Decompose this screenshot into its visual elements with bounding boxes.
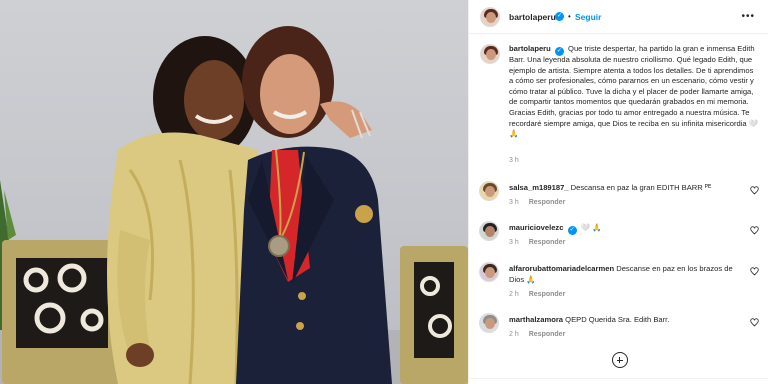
comment-time: 2 h xyxy=(509,291,519,298)
comment-avatar[interactable] xyxy=(479,262,499,282)
comment-avatar[interactable] xyxy=(479,221,499,241)
post-photo xyxy=(0,0,468,384)
comment-text: Descansa en paz la gran EDITH BARR ᴾᴱ xyxy=(570,183,712,192)
comment-avatar[interactable] xyxy=(479,313,499,333)
caption-timestamp: 3 h xyxy=(509,157,519,164)
comment-username[interactable]: marthalzamora xyxy=(509,315,563,324)
reply-button[interactable]: Responder xyxy=(529,239,566,246)
comment-meta: 3 h Responder xyxy=(509,199,565,206)
heart-outline-icon[interactable] xyxy=(750,226,759,235)
separator-dot: • xyxy=(568,12,571,21)
comment-meta: 3 h Responder xyxy=(509,239,565,246)
heart-outline-icon[interactable] xyxy=(750,267,759,276)
reply-button[interactable]: Responder xyxy=(529,331,566,338)
follow-button[interactable]: Seguir xyxy=(575,12,601,22)
author-avatar[interactable] xyxy=(480,7,500,27)
author-username[interactable]: bartolaperu xyxy=(509,12,556,22)
comment-avatar[interactable] xyxy=(479,181,499,201)
comment-time: 3 h xyxy=(509,199,519,206)
post-image xyxy=(0,26,468,384)
verified-badge-icon: ✓ xyxy=(554,47,564,56)
comment-username[interactable]: mauriciovelezc xyxy=(509,223,563,232)
comment-meta: 2 h Responder xyxy=(509,291,565,298)
heart-outline-icon[interactable] xyxy=(750,186,759,195)
comment-text: 🤍 🙏 xyxy=(580,223,602,232)
plus-circle-icon[interactable] xyxy=(612,352,628,368)
comment-item: mauriciovelezc ✓ 🤍 🙏 xyxy=(509,223,737,235)
heart-outline-icon[interactable] xyxy=(750,318,759,327)
post-header: bartolaperu ✓ • Seguir ••• xyxy=(469,0,768,34)
caption-text: Que triste despertar, ha partido la gran… xyxy=(509,44,759,139)
post-caption: bartolaperu ✓ Que triste despertar, ha p… xyxy=(509,44,759,140)
verified-badge-icon: ✓ xyxy=(567,226,577,235)
caption-author-avatar[interactable] xyxy=(480,44,500,64)
divider xyxy=(469,378,768,379)
comment-time: 3 h xyxy=(509,239,519,246)
comment-meta: 2 h Responder xyxy=(509,331,565,338)
reply-button[interactable]: Responder xyxy=(529,199,566,206)
more-options-icon[interactable]: ••• xyxy=(741,11,755,22)
comment-username[interactable]: salsa_m189187_ xyxy=(509,183,569,192)
comment-item: salsa_m189187_ Descansa en paz la gran E… xyxy=(509,183,737,194)
post-sidebar: bartolaperu ✓ • Seguir ••• bartolaperu ✓… xyxy=(468,0,768,384)
verified-badge-icon: ✓ xyxy=(555,12,564,21)
comment-item: marthalzamora QEPD Querida Sra. Edith Ba… xyxy=(509,315,737,326)
comment-username[interactable]: alfarorubattomariadelcarmen xyxy=(509,264,614,273)
comment-item: alfarorubattomariadelcarmen Descanse en … xyxy=(509,264,737,285)
reply-button[interactable]: Responder xyxy=(529,291,566,298)
caption-username[interactable]: bartolaperu xyxy=(509,44,551,53)
comment-text: QEPD Querida Sra. Edith Barr. xyxy=(565,315,670,324)
comment-time: 2 h xyxy=(509,331,519,338)
